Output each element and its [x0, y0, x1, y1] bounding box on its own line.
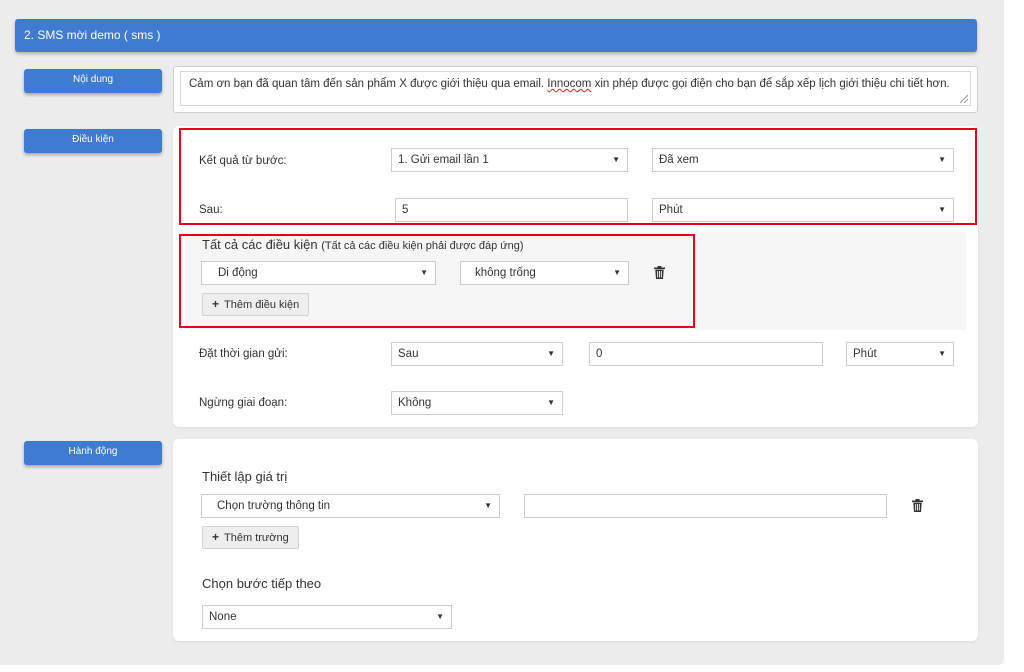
message-textarea[interactable]: Cảm ơn bạn đã quan tâm đến sản phẩm X đư…	[180, 71, 971, 106]
next-step-select[interactable]: None ▼	[202, 605, 452, 629]
section-header[interactable]: 2. SMS mời demo ( sms )	[15, 19, 977, 52]
send-time-mode-select[interactable]: Sau ▼	[391, 342, 563, 366]
field-info-select[interactable]: Chọn trường thông tin ▼	[201, 494, 500, 518]
tab-hanh-dong[interactable]: Hành động	[24, 441, 162, 465]
caret-down-icon: ▼	[484, 501, 492, 510]
next-step-heading: Chọn bước tiếp theo	[202, 576, 322, 591]
dat-thoi-gian-label: Đặt thời gian gửi:	[199, 348, 288, 360]
send-time-unit-select[interactable]: Phút ▼	[846, 342, 954, 366]
caret-down-icon: ▼	[436, 612, 444, 621]
field-value-input[interactable]	[524, 494, 887, 518]
set-value-heading: Thiết lập giá trị	[202, 469, 288, 484]
resize-grip-icon[interactable]	[960, 95, 968, 103]
caret-down-icon: ▼	[547, 398, 555, 407]
ngung-label: Ngừng giai đoạn:	[199, 397, 288, 409]
add-field-button[interactable]: + Thêm trường	[202, 526, 299, 549]
send-time-value-input[interactable]: 0	[589, 342, 823, 366]
highlight-box-step-result	[179, 128, 977, 225]
highlight-box-conditions	[179, 234, 695, 328]
tab-noi-dung[interactable]: Nội dung	[24, 69, 162, 93]
stop-stage-select[interactable]: Không ▼	[391, 391, 563, 415]
section-title: 2. SMS mời demo ( sms )	[24, 28, 161, 42]
plus-icon: +	[212, 530, 220, 544]
misspelled-word: Innocom	[547, 78, 592, 90]
message-textarea-wrapper: Cảm ơn bạn đã quan tâm đến sản phẩm X đư…	[173, 66, 978, 113]
tab-dieu-kien[interactable]: Điều kiện	[24, 129, 162, 153]
caret-down-icon: ▼	[547, 349, 555, 358]
workflow-canvas: 2. SMS mời demo ( sms ) Nội dung Cảm ơn …	[0, 0, 1004, 665]
trash-icon[interactable]	[912, 499, 923, 512]
caret-down-icon: ▼	[938, 349, 946, 358]
